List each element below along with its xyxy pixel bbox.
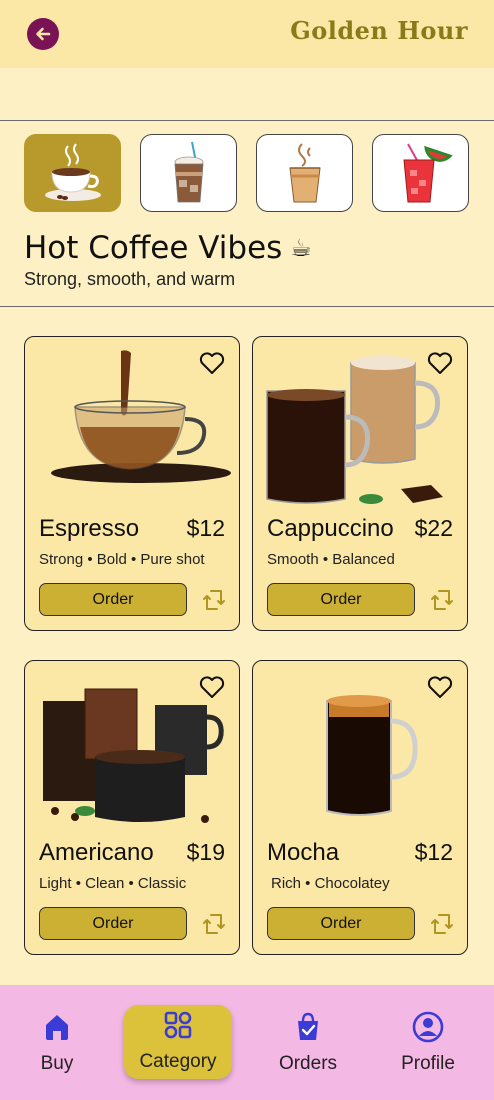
- repeat-icon[interactable]: [201, 911, 227, 937]
- product-price: $12: [414, 839, 453, 865]
- product-price: $12: [186, 515, 225, 541]
- back-button[interactable]: [27, 18, 59, 50]
- order-button[interactable]: Order: [267, 583, 415, 616]
- divider: [0, 306, 494, 307]
- nav-label: Profile: [401, 1053, 455, 1074]
- product-price: $22: [414, 515, 453, 541]
- arrow-left-icon: [36, 27, 51, 41]
- nav-label: Buy: [40, 1053, 74, 1074]
- nav-label: Category: [139, 1051, 217, 1072]
- repeat-icon[interactable]: [429, 911, 455, 937]
- product-name: Espresso: [39, 515, 140, 542]
- heart-icon[interactable]: [427, 675, 453, 699]
- order-button[interactable]: Order: [267, 907, 415, 940]
- nav-item-profile[interactable]: Profile: [373, 1007, 483, 1081]
- product-card-cappuccino[interactable]: Cappuccino $22 Smooth • Balanced Order: [252, 336, 468, 631]
- product-card-espresso[interactable]: Espresso $12 Strong • Bold • Pure shot O…: [24, 336, 240, 631]
- hot-coffee-cup-icon: [44, 143, 101, 201]
- nav-item-category[interactable]: Category: [124, 1005, 232, 1079]
- profile-icon: [412, 1011, 444, 1043]
- product-name: Americano: [39, 839, 154, 866]
- product-description: Rich • Chocolatey: [271, 875, 390, 892]
- app-title: Golden Hour: [290, 16, 468, 45]
- product-price: $19: [186, 839, 225, 865]
- product-card-americano[interactable]: Americano $19 Light • Clean • Classic Or…: [24, 660, 240, 955]
- repeat-icon[interactable]: [429, 587, 455, 613]
- section-title-text: Hot Coffee Vibes: [24, 230, 283, 266]
- grid-icon: [164, 1011, 192, 1039]
- heart-icon[interactable]: [199, 351, 225, 375]
- category-tab-juice[interactable]: [372, 134, 469, 212]
- divider: [0, 120, 494, 121]
- category-tab-latte[interactable]: [256, 134, 353, 212]
- nav-item-buy[interactable]: Buy: [2, 1007, 112, 1081]
- heart-icon[interactable]: [199, 675, 225, 699]
- app-header: Golden Hour: [0, 0, 494, 68]
- nav-label: Orders: [278, 1053, 338, 1074]
- nav-item-orders[interactable]: Orders: [253, 1007, 363, 1081]
- category-tab-iced-coffee[interactable]: [140, 134, 237, 212]
- product-name: Cappuccino: [267, 515, 394, 542]
- iced-coffee-cup-icon: [174, 141, 203, 203]
- product-name: Mocha: [267, 839, 340, 866]
- product-description: Smooth • Balanced: [267, 551, 395, 568]
- shopping-bag-icon: [298, 1012, 318, 1040]
- order-button[interactable]: Order: [39, 583, 187, 616]
- repeat-icon[interactable]: [201, 587, 227, 613]
- watermelon-juice-icon: [402, 143, 453, 203]
- coffee-cup-emoji-icon: ☕: [290, 234, 312, 262]
- product-description: Light • Clean • Classic: [39, 875, 187, 892]
- order-button[interactable]: Order: [39, 907, 187, 940]
- home-icon: [46, 1015, 68, 1040]
- product-description: Strong • Bold • Pure shot: [39, 551, 205, 568]
- latte-glass-icon: [288, 143, 321, 203]
- section-title: Hot Coffee Vibes ☕: [24, 230, 312, 266]
- category-tab-hot-coffee[interactable]: [24, 134, 121, 212]
- product-card-mocha[interactable]: Mocha $12 Rich • Chocolatey Order: [252, 660, 468, 955]
- bottom-navigation: Buy Category Orders Profile: [0, 985, 494, 1100]
- section-subtitle: Strong, smooth, and warm: [24, 269, 236, 289]
- heart-icon[interactable]: [427, 351, 453, 375]
